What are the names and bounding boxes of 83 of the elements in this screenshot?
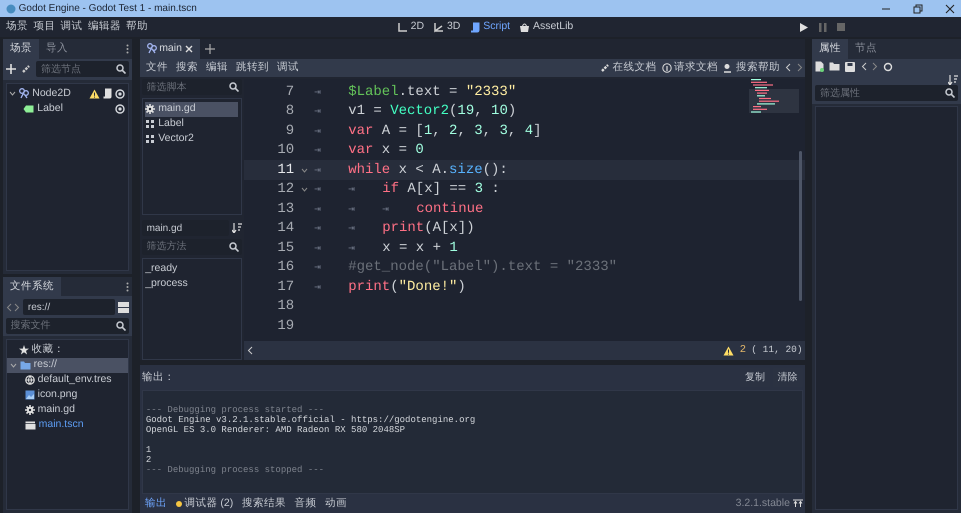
output-line: OpenGL ES 3.0 Renderer: AMD Radeon RX 580 2048SP [146,424,406,434]
output-line: --- Debugging process stopped --- [146,464,326,474]
help-button[interactable]: 在线文档 [600,60,656,76]
line-number: 11 [276,160,294,180]
node-name[interactable]: Node2D [32,86,86,102]
line-number: 17 [276,278,294,297]
menu-item[interactable]: 文件 [142,60,172,76]
version-label: 3.2.1.stable [736,496,790,511]
file-item[interactable]: res:// [6,358,128,372]
line-number: 13 [276,200,294,219]
favorites-label[interactable]: 收藏： [32,342,65,358]
panel-title: 输出： [142,370,176,384]
filter-field[interactable]: 筛选脚本 [142,79,242,96]
menu-item[interactable]: 项目 [33,19,56,35]
output-line: --- Debugging process started --- [146,404,324,414]
line-number: 10 [276,141,294,160]
bottom-tab[interactable]: 音频 [291,496,320,512]
menu-item[interactable]: 编辑 [202,60,232,76]
code-line: ⇥ v1 = Vector2(19, 10) [314,102,516,122]
code-line: ⇥ ⇥ x = x + 1 [314,238,458,258]
menu-item[interactable]: 搜索 [172,60,202,76]
method-item[interactable]: _process [145,276,238,292]
menu-item[interactable]: 跳转到 [232,60,274,76]
output-line: Godot Engine v3.2.1.stable.official - https://godotengine.org [146,414,476,424]
warning-count[interactable]: 2 [740,342,746,358]
method-item[interactable]: _ready [145,261,238,276]
search-field[interactable]: 搜索文件 [6,318,129,334]
path-field[interactable]: res:// [22,299,116,315]
code-line: ⇥ while x < A.size(): [314,160,508,180]
menu-item[interactable]: 调试 [60,19,82,35]
dock-tab[interactable]: 属性 [812,39,848,59]
dock-tab[interactable]: 文件系统 [3,276,61,296]
script-item[interactable]: main.gd [145,102,238,117]
file-item[interactable]: main.gd [6,402,128,418]
window-title: Godot Engine - Godot Test 1 - main.tscn [18,2,198,16]
node-name[interactable]: Label [37,100,112,117]
code-line: ⇥ ⇥ if A[x] == 3 : [314,180,500,200]
cursor-position: ( 11, 20) [751,343,803,358]
script-item[interactable]: Vector2 [145,132,238,147]
bottom-tab[interactable]: 输出 [142,496,170,512]
workspace-tab[interactable]: Script [468,19,512,35]
line-number: 9 [284,122,294,141]
code-line: ⇥ #get_node("Label").text = "2333" [314,258,618,278]
code-line: ⇥ ⇥ ⇥ continue [314,200,484,219]
dock-tab[interactable]: 场景 [3,39,39,59]
code-line: ⇥ var A = [1, 2, 3, 3, 4] [314,122,542,141]
help-button[interactable]: 搜索帮助 [723,60,780,76]
help-button[interactable]: 请求文档 [662,60,718,76]
bottom-tab[interactable]: 动画 [322,496,350,512]
line-number: 12 [276,180,294,200]
menu-item[interactable]: 调试 [273,60,304,76]
script-item[interactable]: Label [145,116,238,132]
line-number: 15 [276,238,294,258]
output-line: 1 [146,444,152,454]
file-item[interactable]: default_env.tres [6,372,128,388]
workspace-tab[interactable]: 3D [431,19,462,35]
output-line: 2 [146,454,152,464]
dock-tab[interactable]: 导入 [39,39,75,59]
file-item[interactable]: icon.png [6,388,128,402]
line-number: 8 [284,102,294,122]
code-line: ⇥ var x = 0 [314,141,424,160]
scene-tab[interactable]: main [140,39,200,59]
line-number: 16 [276,258,294,278]
code-line: ⇥ $Label.text = "2333" [314,82,516,102]
bottom-tab[interactable]: 调试器 (2) [172,496,236,512]
menu-item[interactable]: 编辑器 [88,19,121,35]
filter-field[interactable]: 筛选属性 [814,85,958,101]
filter-field[interactable]: 筛选方法 [142,238,242,255]
script-name-field[interactable]: main.gd [142,220,229,236]
file-item[interactable]: main.tscn [6,418,128,432]
menu-item[interactable]: 场景 [6,19,28,35]
filter-field[interactable]: 筛选节点 [36,61,129,78]
menu-item[interactable]: 帮助 [126,19,148,35]
dock-tab[interactable]: 节点 [848,39,884,59]
workspace-tab[interactable]: AssetLib [517,19,576,35]
line-number: 18 [276,297,294,316]
workspace-tab[interactable]: 2D [395,19,426,35]
line-number: 14 [276,219,294,238]
line-number: 19 [276,316,294,336]
bottom-tab[interactable]: 搜索结果 [238,496,289,512]
code-line: ⇥ print("Done!") [314,278,466,297]
line-number: 7 [284,82,294,102]
code-line: ⇥ ⇥ print(A[x]) [314,219,475,238]
